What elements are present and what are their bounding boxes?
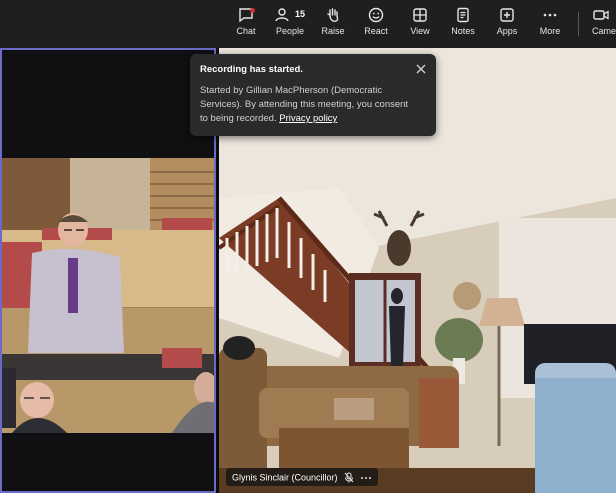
- react-button[interactable]: React: [354, 4, 398, 44]
- recording-notification-title: Recording has started.: [200, 64, 303, 75]
- participant-name-tag: Glynis Sinclair (Councillor): [226, 468, 378, 486]
- more-label: More: [539, 26, 561, 36]
- apps-label: Apps: [496, 26, 518, 36]
- participant-name: Glynis Sinclair (Councillor): [232, 472, 338, 483]
- meeting-toolbar: Chat 15 People Raise React View Notes Ap…: [0, 0, 616, 48]
- participant-tile-chamber[interactable]: [0, 48, 216, 493]
- view-label: View: [410, 26, 430, 36]
- camera-button[interactable]: Camera: [586, 4, 616, 44]
- more-ellipsis-icon: [543, 13, 557, 17]
- privacy-policy-link[interactable]: Privacy policy: [279, 113, 337, 124]
- raise-label: Raise: [321, 26, 345, 36]
- notes-label: Notes: [451, 26, 475, 36]
- view-button[interactable]: View: [398, 4, 442, 44]
- grid-view-icon: [413, 8, 427, 22]
- raise-hand-button[interactable]: Raise: [311, 4, 355, 44]
- mic-off-icon: [344, 472, 354, 483]
- notes-button[interactable]: Notes: [441, 4, 485, 44]
- people-label: People: [275, 26, 305, 36]
- close-icon: [416, 64, 426, 74]
- chamber-scene-image: [2, 158, 214, 433]
- chat-label: Chat: [236, 26, 256, 36]
- toolbar-divider: [578, 12, 579, 36]
- add-apps-icon: [500, 8, 514, 22]
- recording-notification-body: Started by Gillian MacPherson (Democrati…: [200, 84, 412, 126]
- camera-icon: [593, 10, 609, 20]
- apps-button[interactable]: Apps: [485, 4, 529, 44]
- hand-icon: [327, 8, 339, 22]
- people-button[interactable]: 15 People: [268, 4, 312, 44]
- chamber-video-feed: [2, 158, 214, 433]
- react-label: React: [364, 26, 388, 36]
- people-icon: [275, 8, 289, 22]
- chat-notification-dot: [250, 8, 255, 13]
- people-count-badge: 15: [295, 9, 306, 19]
- notes-icon: [457, 7, 469, 23]
- camera-label: Camera: [592, 26, 616, 36]
- close-notification-button[interactable]: [414, 62, 428, 76]
- recording-notification: Recording has started. Started by Gillia…: [190, 54, 436, 136]
- more-options-icon[interactable]: [360, 473, 372, 483]
- more-button[interactable]: More: [528, 4, 572, 44]
- chat-button[interactable]: Chat: [224, 4, 268, 44]
- smiley-icon: [368, 7, 384, 23]
